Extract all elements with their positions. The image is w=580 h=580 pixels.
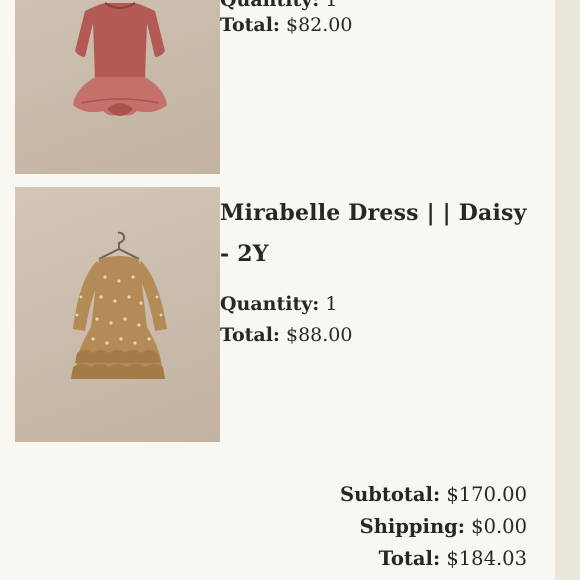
item-total-line: Total: $82.00 xyxy=(220,13,352,37)
order-total-label: Total: xyxy=(378,547,441,570)
subtotal-line: Subtotal: $170.00 xyxy=(340,479,527,511)
order-total-value: $184.03 xyxy=(446,547,527,570)
item-total-line: Total: $88.00 xyxy=(220,323,352,347)
product-image-mirabelle-dress[interactable] xyxy=(15,187,220,442)
cart-item: Quantity: 1 Total: $82.00 xyxy=(15,0,555,174)
item-total-label: Total: xyxy=(220,14,280,36)
shipping-line: Shipping: $0.00 xyxy=(340,511,527,543)
quantity-label: Quantity: xyxy=(220,0,320,11)
quantity-label: Quantity: xyxy=(220,293,320,315)
quantity-value: 1 xyxy=(325,293,338,315)
shipping-value: $0.00 xyxy=(471,515,527,538)
item-total-value: $82.00 xyxy=(286,14,353,36)
product-title[interactable]: Mirabelle Dress | | Daisy - 2Y xyxy=(220,193,538,275)
order-total-line: Total: $184.03 xyxy=(340,543,527,575)
order-summary: Subtotal: $170.00 Shipping: $0.00 Total:… xyxy=(340,479,527,575)
quantity-line: Quantity: 1 xyxy=(220,0,337,12)
quantity-line: Quantity: 1 xyxy=(220,292,337,316)
scroll-gutter xyxy=(555,0,580,580)
product-image-velvet-tutu-dress[interactable] xyxy=(15,0,220,174)
cart-item: Mirabelle Dress | | Daisy - 2Y Quantity:… xyxy=(15,187,555,443)
item-total-value: $88.00 xyxy=(286,324,353,346)
subtotal-value: $170.00 xyxy=(446,483,527,506)
item-total-label: Total: xyxy=(220,324,280,346)
subtotal-label: Subtotal: xyxy=(339,483,441,506)
shipping-label: Shipping: xyxy=(359,515,465,538)
quantity-value: 1 xyxy=(325,0,338,11)
